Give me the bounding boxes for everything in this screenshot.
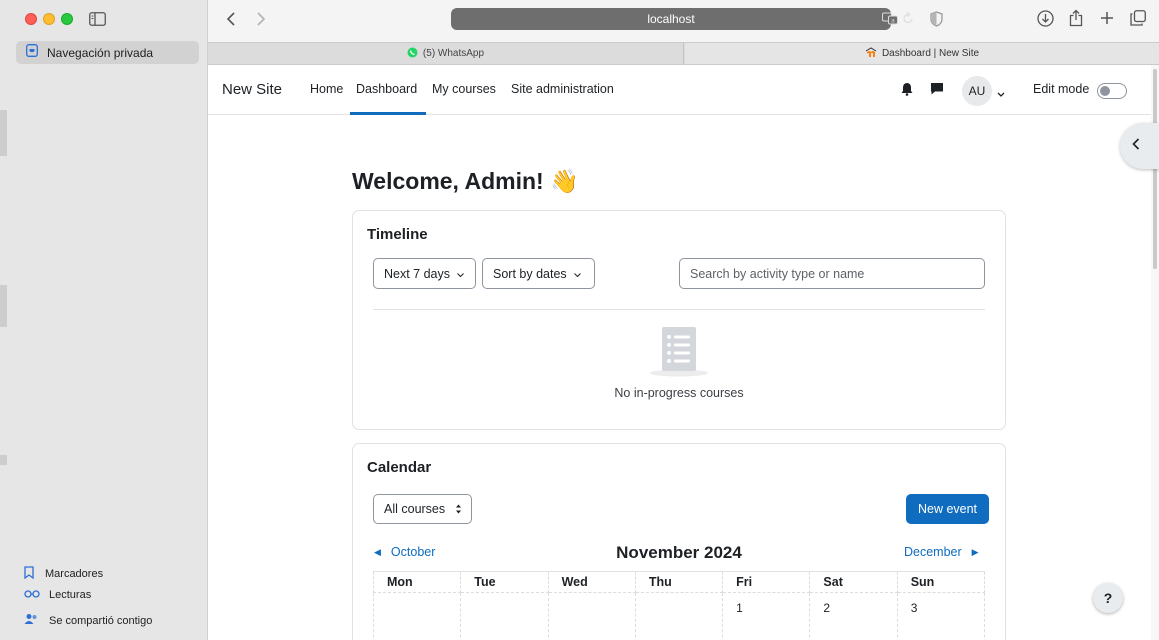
day-filter-label: Next 7 days bbox=[384, 266, 451, 281]
chevron-down-icon[interactable] bbox=[997, 85, 1005, 103]
tab-dashboard[interactable]: Dashboard | New Site bbox=[685, 43, 1159, 64]
calendar-day-cell bbox=[372, 592, 462, 640]
calendar-grid: Mon Tue Wed Thu Fri Sat Sun 1 2 3 bbox=[372, 571, 986, 640]
calendar-day-cell[interactable]: 1 bbox=[722, 592, 811, 640]
edit-mode-label: Edit mode bbox=[1033, 82, 1090, 96]
next-month-label: December bbox=[904, 545, 962, 559]
edit-mode-toggle[interactable] bbox=[1097, 83, 1127, 99]
privacy-shield-icon[interactable] bbox=[930, 11, 943, 32]
sort-label: Sort by dates bbox=[493, 266, 567, 281]
nav-dashboard[interactable]: Dashboard bbox=[356, 82, 417, 96]
weekday-header: Wed bbox=[547, 571, 636, 593]
window-edge-shadow bbox=[0, 285, 7, 327]
back-icon[interactable] bbox=[226, 11, 236, 32]
course-filter-value: All courses bbox=[384, 502, 446, 516]
tab-bar: (5) WhatsApp Dashboard | New Site bbox=[208, 42, 1159, 65]
toggle-knob bbox=[1100, 86, 1110, 96]
timeline-sort-dropdown[interactable]: Sort by dates bbox=[482, 258, 595, 289]
empty-state-message: No in-progress courses bbox=[614, 386, 744, 400]
bookmark-icon bbox=[24, 566, 34, 582]
sidebar-item-label: Se compartió contigo bbox=[49, 614, 153, 627]
weekday-header-row: Mon Tue Wed Thu Fri Sat Sun bbox=[372, 571, 986, 593]
weekday-header: Thu bbox=[634, 571, 724, 593]
browser-sidebar: Navegación privada Marcadores Lecturas S… bbox=[0, 0, 208, 640]
sidebar-item-private-browsing[interactable]: Navegación privada bbox=[16, 41, 199, 64]
tab-whatsapp[interactable]: (5) WhatsApp bbox=[208, 43, 684, 64]
next-month-link[interactable]: December ▶ bbox=[904, 545, 979, 559]
timeline-block: Timeline Next 7 days Sort by dates No in… bbox=[352, 210, 1006, 430]
downloads-icon[interactable] bbox=[1037, 10, 1054, 32]
zoom-window-button[interactable] bbox=[61, 13, 73, 25]
url-text: localhost bbox=[647, 12, 695, 26]
nav-my-courses[interactable]: My courses bbox=[432, 82, 496, 96]
minimize-window-button[interactable] bbox=[43, 13, 55, 25]
arrow-right-icon: ▶ bbox=[971, 546, 979, 557]
scrollbar-thumb[interactable] bbox=[1153, 69, 1157, 269]
private-browsing-icon bbox=[26, 43, 38, 62]
weekday-header: Sun bbox=[896, 571, 986, 593]
calendar-day-cell bbox=[634, 592, 724, 640]
new-tab-icon[interactable] bbox=[1100, 11, 1114, 30]
page-title: Welcome, Admin! 👋 bbox=[352, 168, 579, 194]
share-icon[interactable] bbox=[1069, 9, 1083, 32]
close-window-button[interactable] bbox=[25, 13, 37, 25]
chevron-left-icon bbox=[1132, 137, 1140, 155]
weekday-header: Tue bbox=[460, 571, 549, 593]
course-filter-select[interactable]: All courses bbox=[373, 494, 472, 524]
svg-text:a: a bbox=[891, 18, 895, 25]
sidebar-item-shared-with-you[interactable]: Se compartió contigo bbox=[24, 613, 152, 628]
weekday-header: Fri bbox=[722, 571, 811, 593]
tab-label: Dashboard | New Site bbox=[881, 48, 980, 59]
translate-icon[interactable]: a bbox=[882, 12, 898, 30]
timeline-title: Timeline bbox=[367, 226, 428, 243]
moodle-icon bbox=[865, 46, 877, 61]
notifications-bell-icon[interactable] bbox=[901, 82, 913, 101]
shared-with-you-icon bbox=[24, 613, 38, 628]
calendar-title: Calendar bbox=[367, 459, 432, 476]
window-edge-shadow bbox=[0, 455, 7, 465]
chevron-down-icon bbox=[573, 267, 581, 281]
weekday-header: Mon bbox=[372, 571, 462, 593]
site-name[interactable]: New Site bbox=[222, 81, 282, 98]
reload-icon[interactable] bbox=[902, 12, 914, 30]
help-button[interactable]: ? bbox=[1093, 583, 1123, 613]
nav-site-administration[interactable]: Site administration bbox=[511, 82, 614, 96]
sidebar-item-label: Lecturas bbox=[49, 589, 92, 601]
sidebar-toggle-icon[interactable] bbox=[89, 12, 106, 31]
chevron-down-icon bbox=[457, 267, 464, 281]
calendar-block: Calendar All courses New event ◀ October… bbox=[352, 443, 1006, 640]
messages-icon[interactable] bbox=[930, 82, 944, 101]
forward-icon[interactable] bbox=[256, 11, 266, 32]
reading-list-icon bbox=[24, 589, 40, 601]
calendar-day-cell[interactable]: 2 bbox=[809, 592, 898, 640]
timeline-day-filter[interactable]: Next 7 days bbox=[373, 258, 476, 289]
calendar-week-row: 1 2 3 bbox=[372, 592, 986, 640]
window-edge-shadow bbox=[0, 110, 7, 156]
site-navbar: New Site Home Dashboard My courses Site … bbox=[208, 65, 1151, 115]
active-nav-indicator bbox=[350, 112, 426, 115]
sidebar-item-reading-list[interactable]: Lecturas bbox=[24, 589, 91, 601]
browser-toolbar: localhost a bbox=[208, 0, 1159, 42]
divider bbox=[373, 309, 985, 310]
nav-home[interactable]: Home bbox=[310, 82, 343, 96]
tab-overview-icon[interactable] bbox=[1130, 10, 1146, 31]
empty-courses-illustration-icon bbox=[649, 325, 709, 382]
sidebar-item-label: Marcadores bbox=[45, 568, 104, 580]
private-browsing-label: Navegación privada bbox=[47, 45, 154, 60]
avatar[interactable]: AU bbox=[962, 76, 992, 106]
calendar-day-cell bbox=[460, 592, 549, 640]
sidebar-item-bookmarks[interactable]: Marcadores bbox=[24, 566, 103, 582]
calendar-day-cell[interactable]: 3 bbox=[896, 592, 986, 640]
block-drawer-toggle[interactable] bbox=[1120, 123, 1159, 169]
calendar-day-cell bbox=[547, 592, 636, 640]
whatsapp-icon bbox=[407, 47, 418, 61]
tab-label: (5) WhatsApp bbox=[422, 48, 485, 59]
select-arrows-icon bbox=[455, 503, 462, 518]
weekday-header: Sat bbox=[809, 571, 898, 593]
address-bar[interactable]: localhost a bbox=[451, 8, 913, 30]
timeline-search-input[interactable] bbox=[679, 258, 985, 289]
new-event-button[interactable]: New event bbox=[906, 494, 989, 524]
